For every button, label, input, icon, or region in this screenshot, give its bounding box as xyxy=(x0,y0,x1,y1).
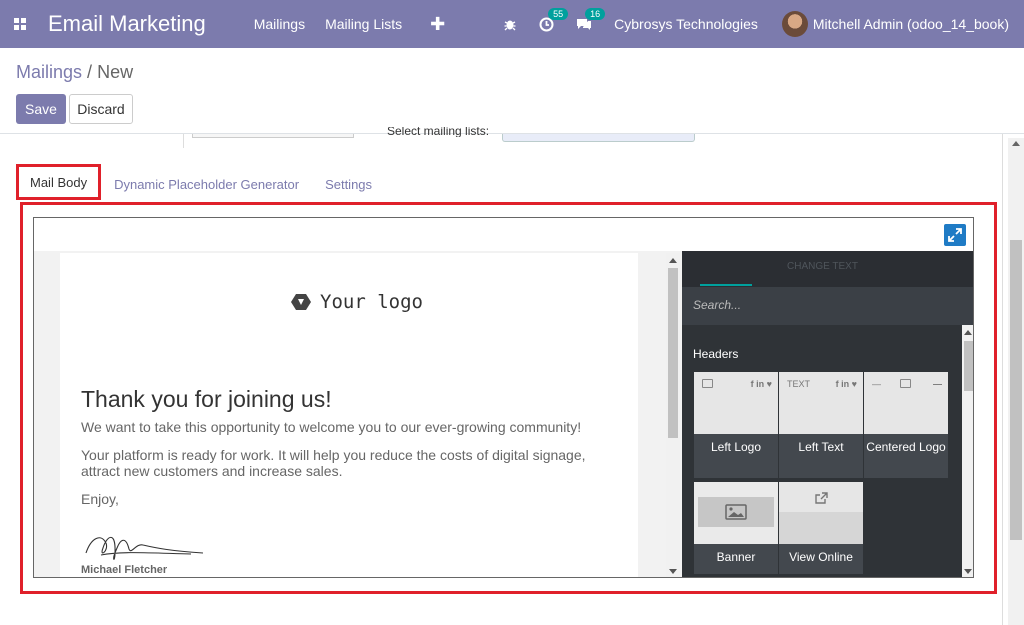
menu-item-mailing-lists[interactable]: Mailing Lists xyxy=(325,16,402,32)
snippet-view-online[interactable]: View Online xyxy=(779,482,863,574)
snippet-label: View Online xyxy=(789,550,853,564)
panel-top-hint[interactable]: CHANGE TEXT xyxy=(787,261,858,272)
canvas-scroll-up[interactable] xyxy=(669,258,677,263)
sheet-border xyxy=(1002,134,1003,625)
breadcrumb: Mailings / New xyxy=(16,62,133,83)
page-scrollbar[interactable] xyxy=(1008,138,1024,625)
banner-image-icon xyxy=(698,497,774,527)
mailing-lists-select[interactable] xyxy=(502,134,695,142)
panel-scroll-up[interactable] xyxy=(964,330,972,335)
text-placeholder: TEXT xyxy=(787,379,811,389)
field-separator xyxy=(183,134,184,148)
messages-icon[interactable]: 16 xyxy=(576,8,606,31)
panel-scroll-down[interactable] xyxy=(964,569,972,574)
mail-body-editor: Your logo Thank you for joining us! We w… xyxy=(33,217,974,578)
social-icons: f in ♥ xyxy=(835,379,857,389)
panel-active-tab-indicator xyxy=(700,284,752,286)
panel-scrollbar[interactable] xyxy=(962,325,973,577)
snippet-thumbnail: f in ♥ xyxy=(694,372,778,434)
snippets-section-headers: Headers xyxy=(693,347,739,361)
canvas-scroll-thumb[interactable] xyxy=(668,268,678,438)
save-button[interactable]: Save xyxy=(16,94,66,124)
snippet-label: Left Text xyxy=(798,440,844,454)
messages-count-badge: 16 xyxy=(585,8,606,20)
mail-paragraph-3[interactable]: Enjoy, xyxy=(81,491,601,507)
mail-content[interactable]: Your logo Thank you for joining us! We w… xyxy=(60,253,638,577)
signature-name: Michael Fletcher xyxy=(81,564,168,576)
partial-field[interactable] xyxy=(192,134,354,138)
signature-image xyxy=(85,536,204,560)
snippet-thumbnail xyxy=(779,482,863,512)
snippet-label: Banner xyxy=(716,550,756,564)
panel-tabs: CHANGE TEXT xyxy=(682,251,973,289)
logo-text: Your logo xyxy=(320,291,423,313)
main-menu: Mailings Mailing Lists ✚ xyxy=(254,14,445,35)
avatar xyxy=(781,11,808,37)
activity-count-badge: 55 xyxy=(548,7,569,20)
top-navbar: Email Marketing Mailings Mailing Lists ✚… xyxy=(0,0,1024,48)
page-scroll-thumb[interactable] xyxy=(1010,240,1022,540)
notebook-tabs: Mail Body Dynamic Placeholder Generator … xyxy=(16,164,385,200)
tab-settings[interactable]: Settings xyxy=(312,168,385,200)
snippet-left-text[interactable]: TEXT f in ♥ Left Text xyxy=(779,372,863,478)
scroll-up-arrow[interactable] xyxy=(1012,141,1020,146)
mail-canvas: Your logo Thank you for joining us! We w… xyxy=(34,251,682,577)
fullscreen-expand-icon[interactable] xyxy=(944,224,966,246)
image-icon xyxy=(900,379,911,388)
dash-left: — xyxy=(872,379,881,389)
dash-right: — xyxy=(933,379,942,389)
snippets-panel: CHANGE TEXT Search... Headers f in ♥ Lef… xyxy=(682,251,973,577)
tab-mail-body[interactable]: Mail Body xyxy=(16,164,102,200)
snippet-left-logo[interactable]: f in ♥ Left Logo xyxy=(694,372,778,478)
snippet-thumbnail: — — xyxy=(864,372,948,434)
mail-title[interactable]: Thank you for joining us! xyxy=(81,386,332,413)
snippet-thumbnail: TEXT f in ♥ xyxy=(779,372,863,434)
discard-button[interactable]: Discard xyxy=(69,94,133,124)
user-menu[interactable]: Mitchell Admin (odoo_14_book) xyxy=(781,11,1009,37)
menu-item-mailings[interactable]: Mailings xyxy=(254,16,305,32)
mail-paragraph-2[interactable]: Your platform is ready for work. It will… xyxy=(81,447,601,479)
snippet-thumbnail-body xyxy=(779,512,863,544)
mail-paragraph-1[interactable]: We want to take this opportunity to welc… xyxy=(81,419,601,435)
canvas-scroll-down[interactable] xyxy=(669,569,677,574)
breadcrumb-separator: / xyxy=(87,62,93,82)
image-icon xyxy=(702,379,713,388)
snippet-search-placeholder: Search... xyxy=(693,298,742,312)
company-switcher[interactable]: Cybrosys Technologies xyxy=(614,16,758,32)
apps-menu-icon[interactable] xyxy=(0,0,40,48)
bug-icon[interactable] xyxy=(503,17,517,31)
control-panel: Mailings / New Save Discard xyxy=(0,48,1024,134)
activity-icon[interactable]: 55 xyxy=(539,7,569,32)
mailing-lists-label: Select mailing lists: xyxy=(387,127,490,137)
plus-icon[interactable]: ✚ xyxy=(430,14,445,35)
canvas-scrollbar[interactable] xyxy=(666,253,680,577)
snippet-label: Left Logo xyxy=(710,440,762,454)
snippet-centered-logo[interactable]: — — Centered Logo xyxy=(864,372,948,478)
external-link-icon xyxy=(815,492,828,504)
tab-dynamic-placeholder-generator[interactable]: Dynamic Placeholder Generator xyxy=(101,168,312,200)
user-name: Mitchell Admin (odoo_14_book) xyxy=(812,16,1009,32)
snippet-banner[interactable]: Banner xyxy=(694,482,778,574)
snippet-search-input[interactable]: Search... xyxy=(682,287,973,325)
snippet-thumbnail xyxy=(694,482,778,544)
breadcrumb-mailings[interactable]: Mailings xyxy=(16,62,82,82)
snippet-label: Centered Logo xyxy=(866,440,946,454)
panel-scroll-thumb[interactable] xyxy=(964,341,973,391)
app-title[interactable]: Email Marketing xyxy=(48,11,206,37)
social-icons: f in ♥ xyxy=(750,379,772,389)
systray: 55 16 Cybrosys Technologies Mitchell Adm… xyxy=(503,0,1024,48)
breadcrumb-current: New xyxy=(97,62,134,82)
logo-icon xyxy=(291,294,311,310)
logo-row[interactable]: Your logo xyxy=(290,291,423,313)
